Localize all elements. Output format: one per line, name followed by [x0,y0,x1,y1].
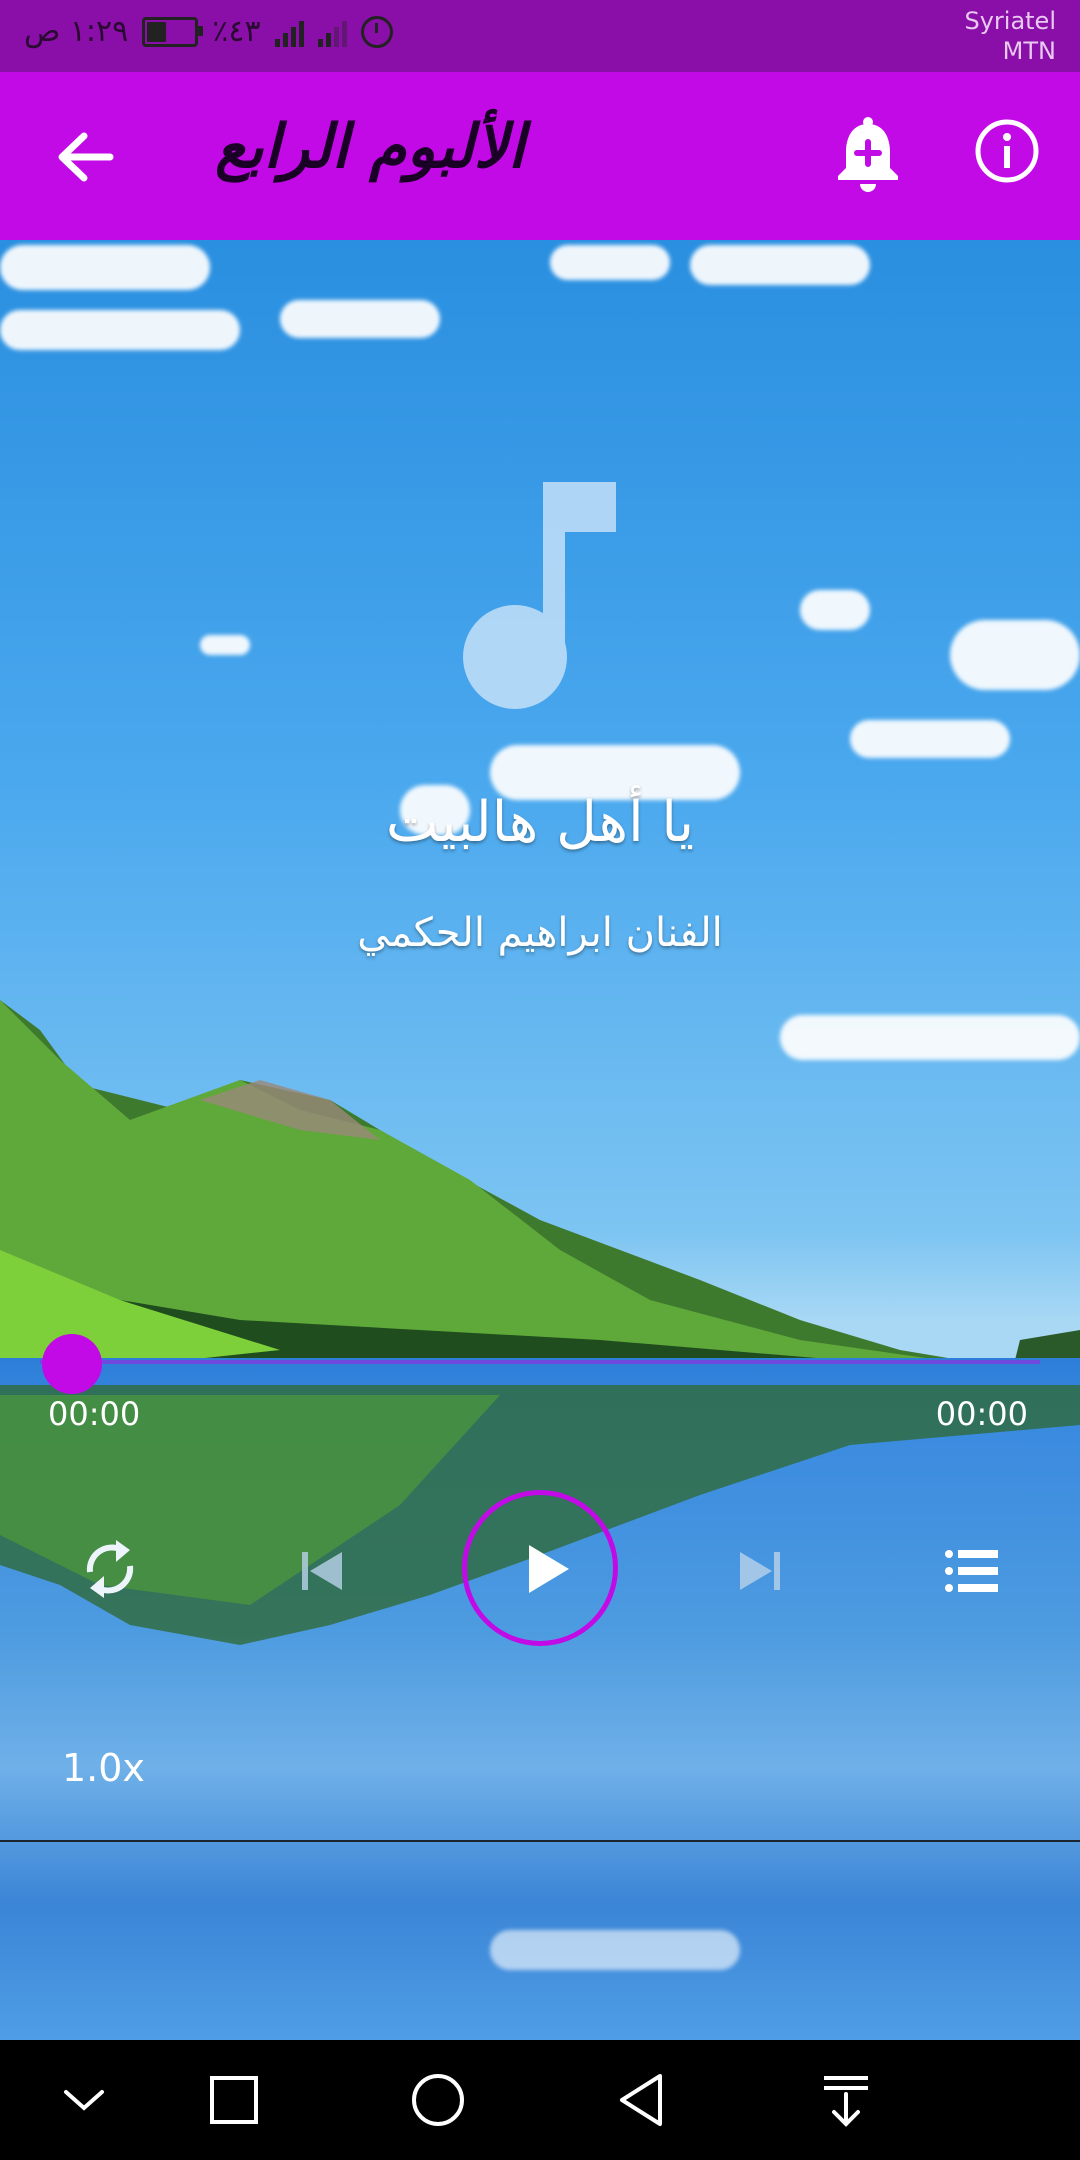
total-time: 00:00 [935,1395,1028,1433]
carrier-info: Syriatel MTN [964,6,1056,66]
play-icon [529,1545,569,1593]
status-bar: ١:٢٩ ص ٪٤٣ Syriatel MTN [0,0,1080,72]
app-bar: الألبوم الرابع [0,72,1080,240]
artist-name: الفنان ابراهيم الحكمي [357,910,723,956]
battery-icon [142,16,204,47]
info-icon[interactable] [974,118,1040,184]
seek-bar[interactable] [40,1360,1040,1364]
signal-icon [317,17,347,47]
download-icon[interactable] [814,2068,878,2132]
system-nav-bar [0,2040,1080,2160]
arrow-back-icon[interactable] [50,122,120,192]
carrier-2: MTN [1002,37,1056,65]
playlist-icon[interactable] [944,1546,1000,1596]
music-note-icon [463,482,616,709]
current-time: 00:00 [48,1395,141,1433]
repeat-icon[interactable] [78,1534,142,1604]
back-icon[interactable] [610,2068,674,2132]
alarm-icon [360,15,393,48]
page-title: الألبوم الرابع [215,112,525,182]
previous-icon[interactable] [298,1548,348,1594]
song-title: يا أهل هالبيت [385,790,695,855]
chevron-down-icon[interactable] [52,2068,116,2132]
signal-icon [274,17,304,47]
carrier-1: Syriatel [964,7,1056,35]
seek-thumb[interactable] [42,1334,102,1394]
next-icon[interactable] [734,1548,784,1594]
battery-percent: ٪٤٣ [212,14,261,49]
mountain-graphic [0,1000,1080,1380]
status-time: ١:٢٩ ص [24,14,129,49]
status-left: ١:٢٩ ص ٪٤٣ [24,14,393,49]
playback-speed[interactable]: 1.0x [62,1746,145,1790]
bell-add-icon[interactable] [830,116,906,196]
home-icon[interactable] [406,2068,470,2132]
play-button[interactable] [462,1490,618,1646]
divider [0,1840,1080,1842]
recents-icon[interactable] [202,2068,266,2132]
